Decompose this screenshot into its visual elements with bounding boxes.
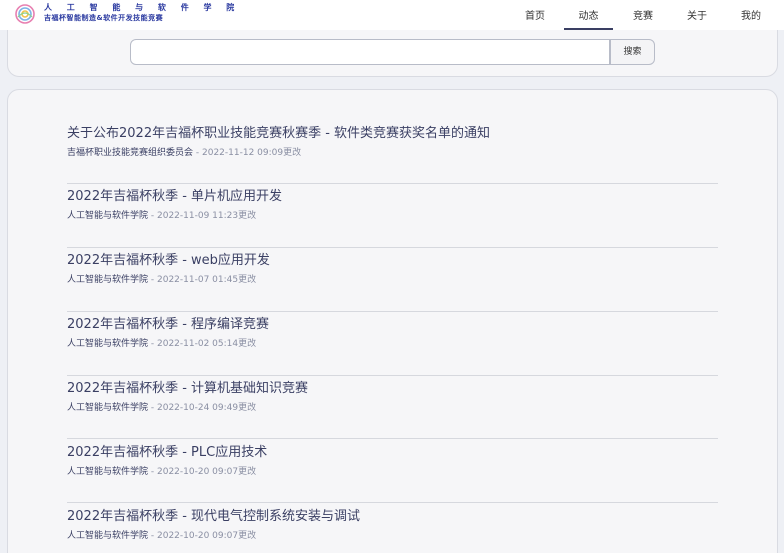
article-item[interactable]: 2022年吉福杯秋季 - 计算机基础知识竞赛 人工智能与软件学院 - 2022-…	[67, 380, 718, 414]
article-updated-time: 2022-11-12 09:09更改	[202, 148, 302, 158]
article-title[interactable]: 关于公布2022年吉福杯职业技能竞赛秋赛季 - 软件类竞赛获奖名单的通知	[67, 125, 718, 143]
article-title[interactable]: 2022年吉福杯秋季 - PLC应用技术	[67, 444, 718, 462]
nav-item-label: 关于	[687, 11, 707, 22]
nav-item-label: 首页	[525, 11, 545, 22]
article-item[interactable]: 2022年吉福杯秋季 - 单片机应用开发 人工智能与软件学院 - 2022-11…	[67, 188, 718, 222]
college-logo-icon[interactable]	[14, 3, 36, 25]
article-meta: 人工智能与软件学院 - 2022-10-20 09:07更改	[67, 466, 718, 478]
article-meta: 人工智能与软件学院 - 2022-10-20 09:07更改	[67, 530, 718, 542]
meta-separator: -	[148, 403, 157, 413]
divider	[67, 438, 718, 439]
article-author: 人工智能与软件学院	[67, 403, 149, 413]
brand-line-1: 人 工 智 能 与 软 件 学 院	[44, 3, 241, 12]
article-item[interactable]: 2022年吉福杯秋季 - web应用开发 人工智能与软件学院 - 2022-11…	[67, 252, 718, 286]
nav-item-label: 我的	[741, 11, 761, 22]
divider	[67, 311, 718, 312]
article-meta: 吉福杯职业技能竞赛组织委员会 - 2022-11-12 09:09更改	[67, 147, 718, 159]
article-meta: 人工智能与软件学院 - 2022-11-02 05:14更改	[67, 338, 718, 350]
article-updated-time: 2022-11-07 01:45更改	[157, 275, 257, 285]
article-title[interactable]: 2022年吉福杯秋季 - 计算机基础知识竞赛	[67, 380, 718, 398]
nav-item-label: 竞赛	[633, 11, 653, 22]
article-author: 人工智能与软件学院	[67, 211, 149, 221]
nav-item-home[interactable]: 首页	[519, 7, 551, 30]
article-title[interactable]: 2022年吉福杯秋季 - 单片机应用开发	[67, 188, 718, 206]
meta-separator: -	[193, 148, 202, 158]
divider	[67, 375, 718, 376]
meta-separator: -	[148, 211, 157, 221]
nav-item-news[interactable]: 动态	[564, 7, 613, 30]
nav-item-label: 动态	[578, 11, 599, 22]
article-meta: 人工智能与软件学院 - 2022-10-24 09:49更改	[67, 402, 718, 414]
article-updated-time: 2022-11-09 11:23更改	[157, 211, 257, 221]
top-navigation: 人 工 智 能 与 软 件 学 院 吉福杯智能制造&软件开发技能竞赛 首页 动态…	[0, 0, 784, 30]
article-meta: 人工智能与软件学院 - 2022-11-09 11:23更改	[67, 210, 718, 222]
article-author: 人工智能与软件学院	[67, 467, 149, 477]
brand-line-2: 吉福杯智能制造&软件开发技能竞赛	[44, 14, 164, 22]
article-title[interactable]: 2022年吉福杯秋季 - 程序编译竞赛	[67, 316, 718, 334]
article-item[interactable]: 关于公布2022年吉福杯职业技能竞赛秋赛季 - 软件类竞赛获奖名单的通知 吉福杯…	[67, 125, 718, 159]
meta-separator: -	[148, 467, 157, 477]
meta-separator: -	[148, 531, 157, 541]
article-title[interactable]: 2022年吉福杯秋季 - 现代电气控制系统安装与调试	[67, 508, 718, 526]
article-item[interactable]: 2022年吉福杯秋季 - 程序编译竞赛 人工智能与软件学院 - 2022-11-…	[67, 316, 718, 350]
article-meta: 人工智能与软件学院 - 2022-11-07 01:45更改	[67, 274, 718, 286]
article-author: 人工智能与软件学院	[67, 339, 149, 349]
article-updated-time: 2022-10-20 09:07更改	[157, 467, 257, 477]
article-title[interactable]: 2022年吉福杯秋季 - web应用开发	[67, 252, 718, 270]
nav-item-mine[interactable]: 我的	[734, 7, 768, 30]
nav-item-competition[interactable]: 竞赛	[626, 7, 660, 30]
article-author: 人工智能与软件学院	[67, 275, 149, 285]
article-updated-time: 2022-10-24 09:49更改	[157, 403, 257, 413]
divider	[67, 183, 718, 184]
meta-separator: -	[148, 339, 157, 349]
divider	[67, 502, 718, 503]
nav-item-about[interactable]: 关于	[680, 7, 714, 30]
search-input[interactable]	[130, 39, 610, 65]
divider	[67, 247, 718, 248]
article-author: 人工智能与软件学院	[67, 531, 149, 541]
article-author: 吉福杯职业技能竞赛组织委员会	[67, 148, 194, 158]
search-button[interactable]: 搜索	[610, 39, 655, 65]
meta-separator: -	[148, 275, 157, 285]
brand-title[interactable]: 人 工 智 能 与 软 件 学 院 吉福杯智能制造&软件开发技能竞赛	[44, 3, 240, 23]
article-updated-time: 2022-11-02 05:14更改	[157, 339, 257, 349]
article-item[interactable]: 2022年吉福杯秋季 - 现代电气控制系统安装与调试 人工智能与软件学院 - 2…	[67, 508, 718, 542]
article-item[interactable]: 2022年吉福杯秋季 - PLC应用技术 人工智能与软件学院 - 2022-10…	[67, 444, 718, 478]
article-updated-time: 2022-10-20 09:07更改	[157, 531, 257, 541]
